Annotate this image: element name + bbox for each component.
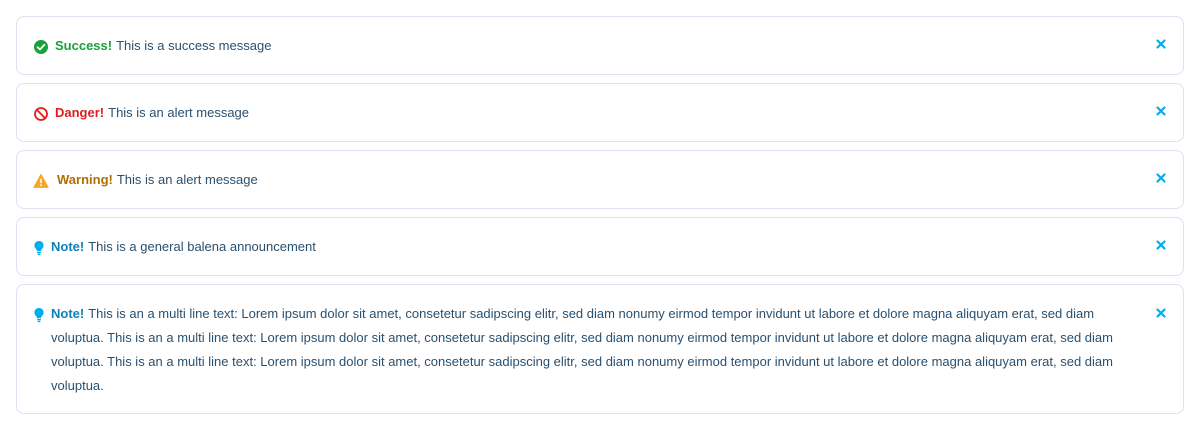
alert-text: Note! This is a general balena announceme… (51, 235, 1141, 259)
check-circle-icon (33, 39, 49, 55)
alert-title: Danger! (55, 105, 105, 120)
close-button[interactable] (1153, 36, 1169, 52)
close-button[interactable] (1153, 170, 1169, 186)
close-icon (1156, 173, 1166, 183)
alert-text: Warning! This is an alert message (57, 168, 1141, 192)
warning-triangle-icon (33, 173, 49, 189)
alert-title: Warning! (57, 172, 113, 187)
alert-text: Note! This is an a multi line text: Lorem… (51, 302, 1141, 398)
alert-text: Success! This is a success message (55, 34, 1141, 58)
alerts-container: Success! This is a success message Danger… (0, 0, 1200, 430)
alert-title: Note! (51, 306, 85, 321)
close-button[interactable] (1153, 103, 1169, 119)
alert-title: Success! (55, 38, 113, 53)
alert-message: This is a general balena announcement (88, 239, 316, 254)
alert-message: This is a success message (116, 38, 272, 53)
lightbulb-icon (31, 307, 47, 323)
alert-message: This is an alert message (108, 105, 250, 120)
ban-icon (33, 106, 49, 122)
close-icon (1156, 240, 1166, 250)
alert-success: Success! This is a success message (16, 16, 1184, 75)
alert-danger: Danger! This is an alert message (16, 83, 1184, 142)
lightbulb-icon (31, 240, 47, 256)
alert-title: Note! (51, 239, 85, 254)
alert-message: This is an alert message (116, 172, 258, 187)
close-button[interactable] (1153, 305, 1169, 321)
alert-note-multiline: Note! This is an a multi line text: Lorem… (16, 284, 1184, 414)
close-icon (1156, 39, 1166, 49)
close-icon (1156, 308, 1166, 318)
alert-text: Danger! This is an alert message (55, 101, 1141, 125)
alert-message: This is an a multi line text: Lorem ipsu… (51, 306, 1113, 393)
alert-warning: Warning! This is an alert message (16, 150, 1184, 209)
close-icon (1156, 106, 1166, 116)
close-button[interactable] (1153, 237, 1169, 253)
alert-note: Note! This is a general balena announceme… (16, 217, 1184, 276)
